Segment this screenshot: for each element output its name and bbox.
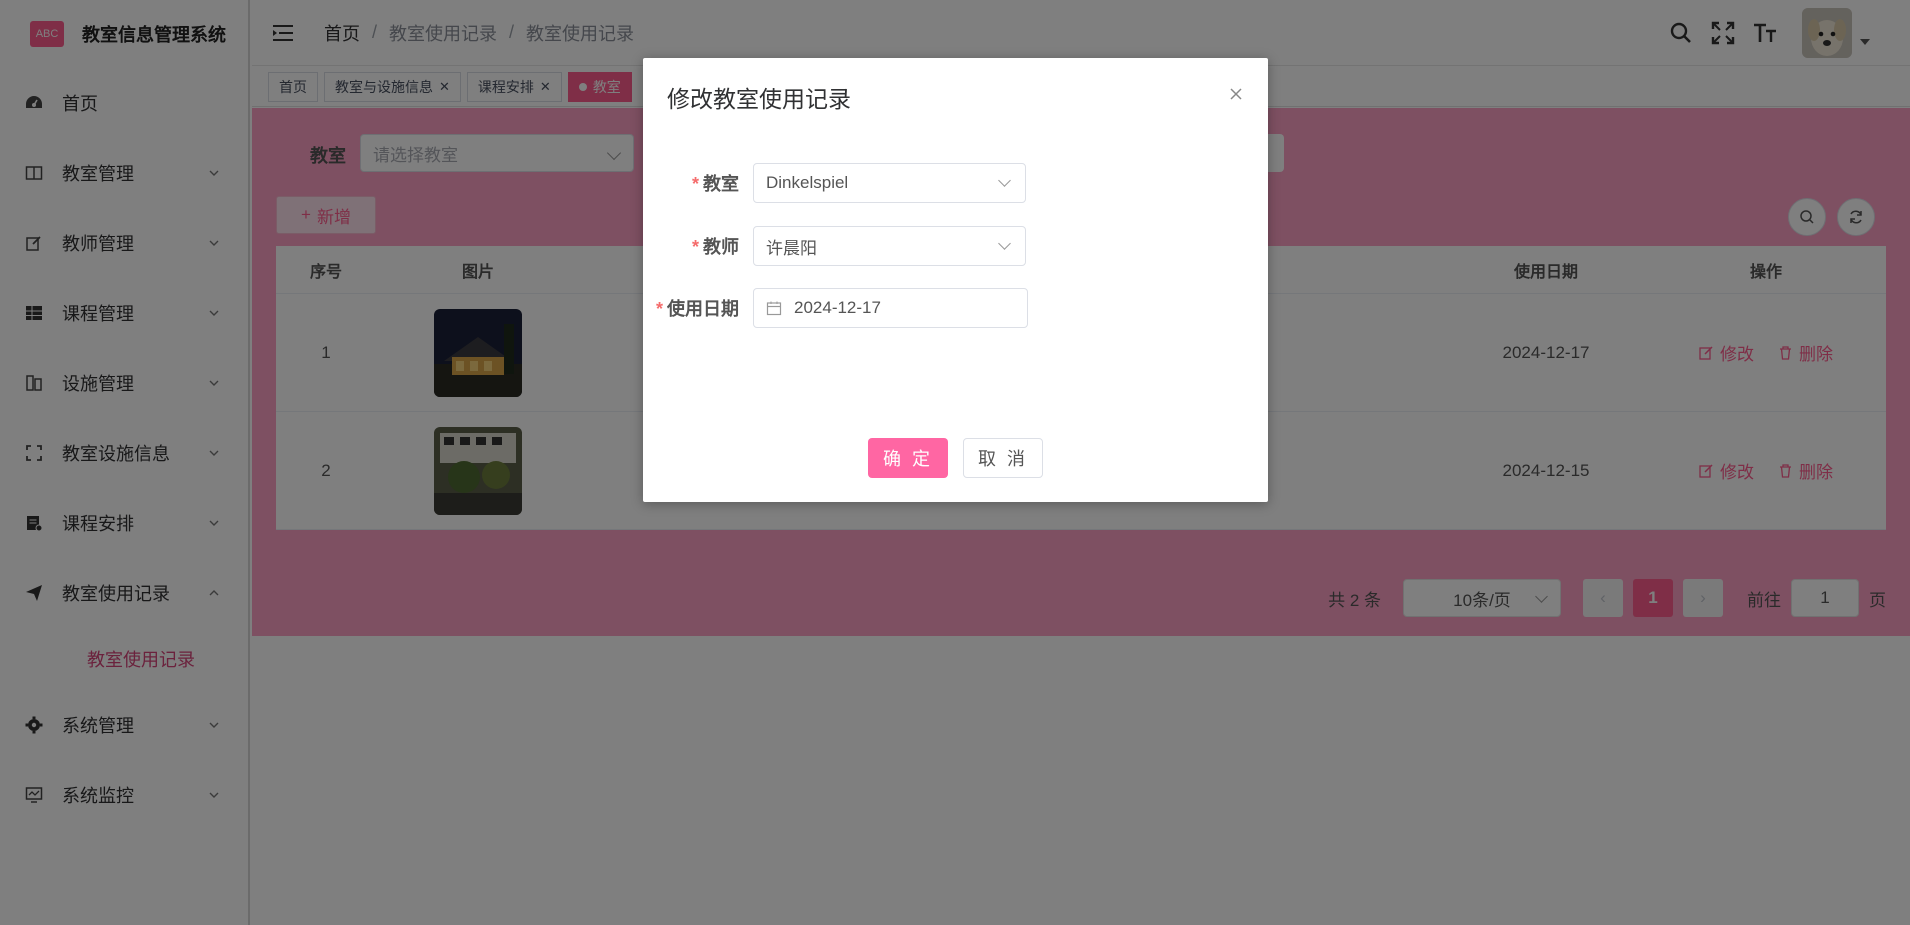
edit-usage-record-dialog: 修改教室使用记录 * 教室 Dinkelspiel * 教师 许晨阳 * 使用日期 2… [643, 58, 1268, 502]
teacher-select[interactable]: 许晨阳 [753, 226, 1026, 266]
form-row-classroom: * 教室 Dinkelspiel [643, 163, 1268, 203]
usage-date-picker[interactable]: 2024-12-17 [753, 288, 1028, 328]
form-row-teacher: * 教师 许晨阳 [643, 226, 1268, 266]
close-icon[interactable] [1228, 86, 1244, 102]
chevron-down-icon [998, 237, 1011, 250]
cancel-button[interactable]: 取 消 [963, 438, 1043, 478]
confirm-button[interactable]: 确 定 [868, 438, 948, 478]
form-row-date: * 使用日期 2024-12-17 [643, 288, 1268, 328]
dialog-title: 修改教室使用记录 [667, 86, 851, 112]
calendar-icon [766, 301, 782, 316]
classroom-select[interactable]: Dinkelspiel [753, 163, 1026, 203]
chevron-down-icon [998, 174, 1011, 187]
